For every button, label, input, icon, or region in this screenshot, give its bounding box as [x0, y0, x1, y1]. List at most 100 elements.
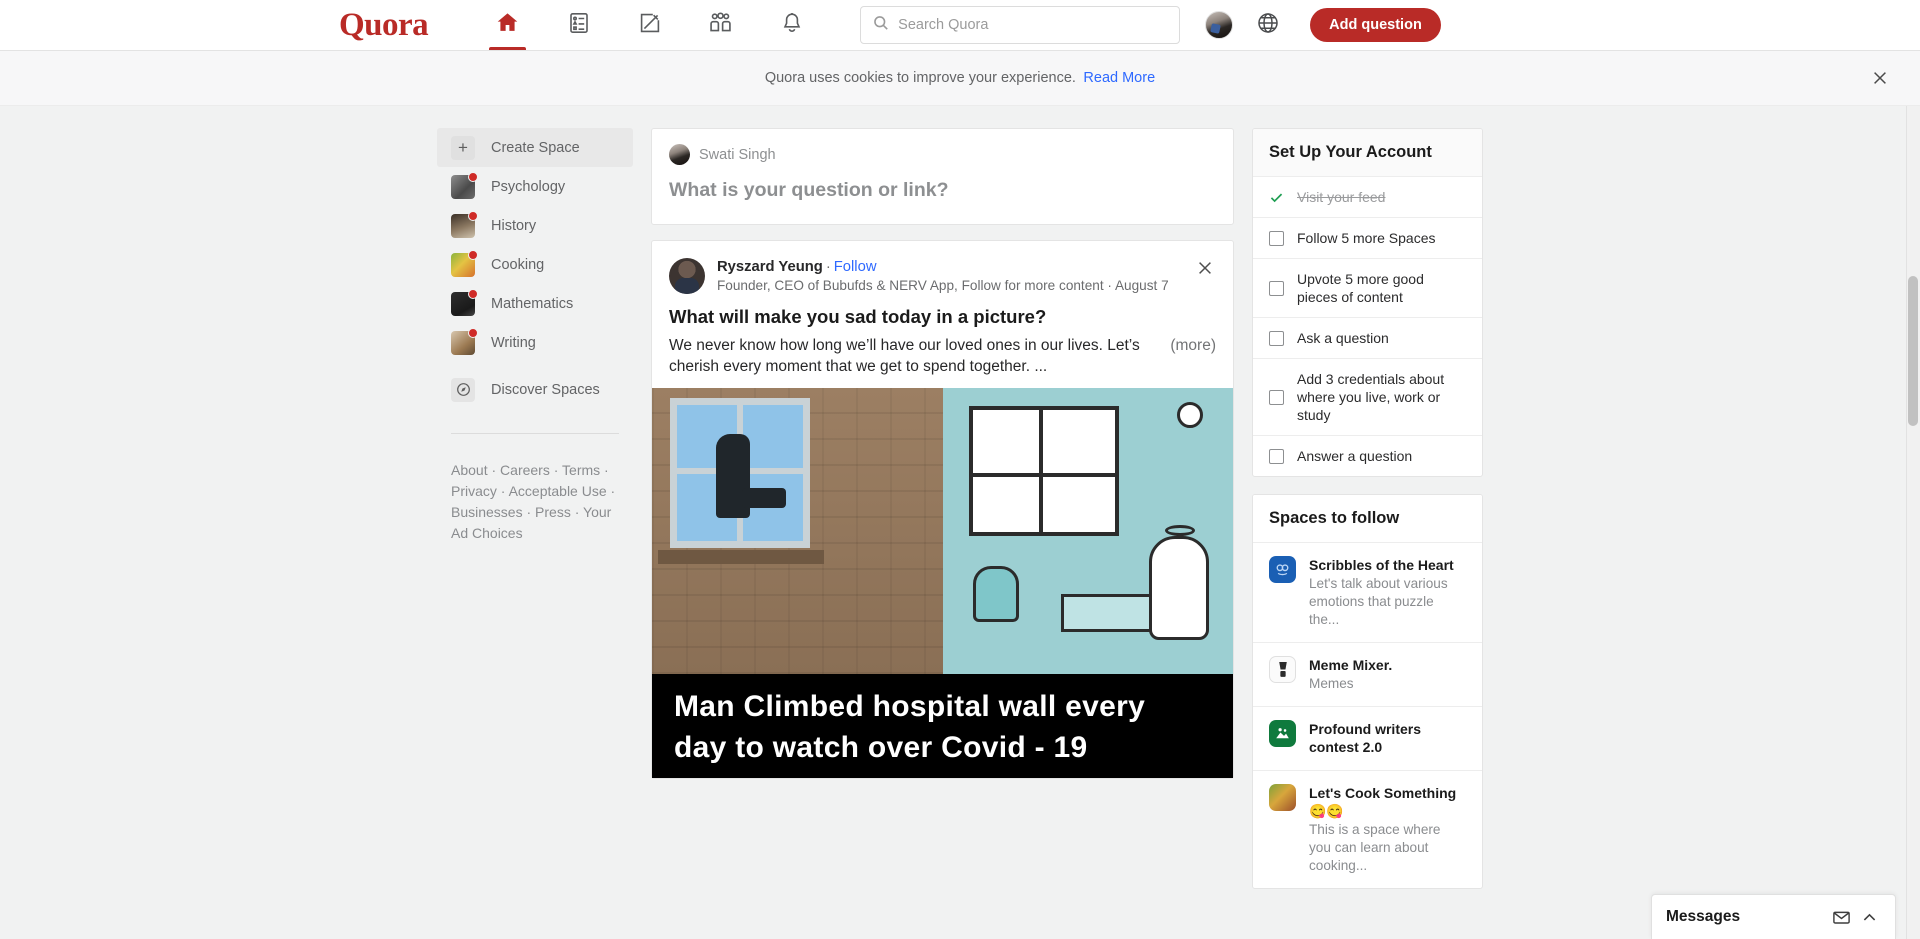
- notification-dot: [468, 210, 478, 221]
- sidebar-item-label: Mathematics: [491, 295, 574, 312]
- setup-task-add-credentials[interactable]: Add 3 credentials about where you live, …: [1253, 359, 1482, 436]
- envelope-icon: [1832, 911, 1850, 924]
- setup-task-label: Upvote 5 more good pieces of content: [1297, 271, 1424, 305]
- sidebar-item-cooking[interactable]: Cooking: [437, 245, 633, 284]
- page-body: + Create Space Psychology History Cookin…: [0, 106, 1920, 939]
- notification-dot: [468, 288, 478, 299]
- footer-link-acceptable-use[interactable]: Acceptable Use: [509, 483, 607, 499]
- space-icon: [1269, 720, 1296, 747]
- page-scrollbar[interactable]: [1906, 106, 1920, 939]
- footer-link-terms[interactable]: Terms: [562, 462, 600, 478]
- sidebar-item-label: Discover Spaces: [491, 381, 600, 398]
- nav-icon-group: [472, 0, 827, 50]
- compass-icon: [451, 377, 475, 402]
- cookie-banner-close-button[interactable]: [1867, 65, 1893, 91]
- sidebar-item-writing[interactable]: Writing: [437, 323, 633, 362]
- space-thumbnail: [451, 288, 478, 316]
- cookie-banner-text: Quora uses cookies to improve your exper…: [764, 70, 1076, 86]
- spaces-to-follow-panel: Spaces to follow Scribbles of the Heart …: [1252, 494, 1483, 889]
- notifications-icon: [780, 11, 804, 40]
- add-question-button[interactable]: Add question: [1310, 8, 1441, 42]
- space-description: This is a space where you can learn abou…: [1309, 822, 1441, 873]
- nav-home-tab[interactable]: [472, 0, 543, 50]
- space-suggestion-lets-cook[interactable]: Let's Cook Something😋😋 This is a space w…: [1253, 771, 1482, 888]
- footer-link-about[interactable]: About: [451, 462, 488, 478]
- footer-link-careers[interactable]: Careers: [500, 462, 550, 478]
- space-suggestion-meme-mixer[interactable]: Meme Mixer. Memes: [1253, 643, 1482, 707]
- footer-separator: ·: [496, 483, 509, 499]
- post-title[interactable]: What will make you sad today in a pictur…: [652, 294, 1233, 328]
- space-name: Scribbles of the Heart: [1309, 557, 1454, 573]
- search-bar[interactable]: [860, 6, 1181, 44]
- sidebar-item-label: Cooking: [491, 256, 545, 273]
- checkbox[interactable]: [1269, 230, 1284, 246]
- footer-separator: ·: [600, 462, 609, 478]
- composer-prompt-input[interactable]: What is your question or link?: [669, 179, 1216, 202]
- nav-spaces-tab[interactable]: [685, 0, 756, 50]
- post-author-name[interactable]: Ryszard Yeung: [717, 259, 823, 275]
- setup-task-visit-feed[interactable]: Visit your feed: [1253, 177, 1482, 218]
- feed-post: Ryszard Yeung · Follow Founder, CEO of Bub…: [651, 240, 1234, 779]
- sidebar-footer-links: About · Careers · Terms · Privacy · Acce…: [437, 460, 633, 544]
- setup-account-panel: Set Up Your Account Visit your feed Foll…: [1252, 128, 1483, 477]
- sidebar-item-create-space[interactable]: + Create Space: [437, 128, 633, 167]
- post-image[interactable]: Man Climbed hospital wall every day to w…: [652, 388, 1233, 778]
- checkbox[interactable]: [1269, 389, 1284, 405]
- quora-logo[interactable]: Quora: [339, 8, 429, 42]
- language-button[interactable]: [1246, 3, 1290, 47]
- separator: ·: [825, 259, 831, 275]
- halo-icon: [1165, 525, 1195, 536]
- footer-link-press[interactable]: Press: [535, 504, 571, 520]
- wall-clock-icon: [1177, 402, 1203, 428]
- checkbox[interactable]: [1269, 280, 1284, 296]
- avatar[interactable]: [669, 258, 705, 294]
- sidebar-item-mathematics[interactable]: Mathematics: [437, 284, 633, 323]
- setup-task-ask-question[interactable]: Ask a question: [1253, 318, 1482, 359]
- sidebar: + Create Space Psychology History Cookin…: [437, 128, 633, 939]
- setup-task-follow-spaces[interactable]: Follow 5 more Spaces: [1253, 218, 1482, 259]
- nav-write-tab[interactable]: [614, 0, 685, 50]
- cookie-read-more-link[interactable]: Read More: [1083, 70, 1155, 86]
- checkbox[interactable]: [1269, 448, 1284, 464]
- notification-dot: [468, 171, 478, 182]
- setup-task-upvote-content[interactable]: Upvote 5 more good pieces of content: [1253, 259, 1482, 318]
- sidebar-item-history[interactable]: History: [437, 206, 633, 245]
- post-follow-link[interactable]: Follow: [834, 259, 877, 275]
- messages-expand-button[interactable]: [1855, 903, 1883, 931]
- spaces-icon: [708, 10, 733, 40]
- nav-notifications-tab[interactable]: [756, 0, 827, 50]
- sidebar-item-psychology[interactable]: Psychology: [437, 167, 633, 206]
- question-composer-card[interactable]: Swati Singh What is your question or lin…: [651, 128, 1234, 225]
- footer-separator: ·: [487, 462, 501, 478]
- post-credential: Founder, CEO of Bubufds & NERV App, Foll…: [717, 278, 1104, 293]
- nav-answer-tab[interactable]: [543, 0, 614, 50]
- footer-separator: ·: [522, 504, 536, 520]
- new-message-button[interactable]: [1827, 903, 1855, 931]
- man-figure: [716, 434, 786, 518]
- chevron-up-icon: [1863, 913, 1875, 921]
- caption-line-1: Man Climbed hospital wall every: [674, 690, 1146, 723]
- scrollbar-thumb[interactable]: [1908, 276, 1918, 426]
- setup-task-answer-question[interactable]: Answer a question: [1253, 436, 1482, 476]
- cookie-banner: Quora uses cookies to improve your exper…: [0, 51, 1920, 106]
- answer-icon: [567, 11, 591, 40]
- search-input[interactable]: [898, 17, 1168, 33]
- sidebar-item-discover-spaces[interactable]: Discover Spaces: [437, 370, 633, 409]
- room-window: [968, 406, 1119, 536]
- space-suggestion-profound-writers[interactable]: Profound writers contest 2.0: [1253, 707, 1482, 771]
- close-icon: [1874, 72, 1886, 84]
- footer-link-privacy[interactable]: Privacy: [451, 483, 497, 499]
- space-name: Let's Cook Something😋😋: [1309, 785, 1457, 819]
- post-dismiss-button[interactable]: [1193, 256, 1217, 280]
- avatar[interactable]: [1205, 11, 1234, 39]
- footer-link-businesses[interactable]: Businesses: [451, 504, 523, 520]
- messages-dock[interactable]: Messages: [1651, 894, 1896, 939]
- top-navigation-bar: Quora Search Quora Add question: [0, 0, 1920, 51]
- space-thumbnail: [451, 249, 478, 277]
- write-icon: [638, 11, 662, 40]
- sidebar-divider: [451, 433, 619, 434]
- post-more-link[interactable]: (more): [1170, 337, 1216, 354]
- space-suggestion-scribbles[interactable]: Scribbles of the Heart Let's talk about …: [1253, 543, 1482, 643]
- sidebar-item-label: Create Space: [491, 139, 580, 156]
- checkbox[interactable]: [1269, 330, 1284, 346]
